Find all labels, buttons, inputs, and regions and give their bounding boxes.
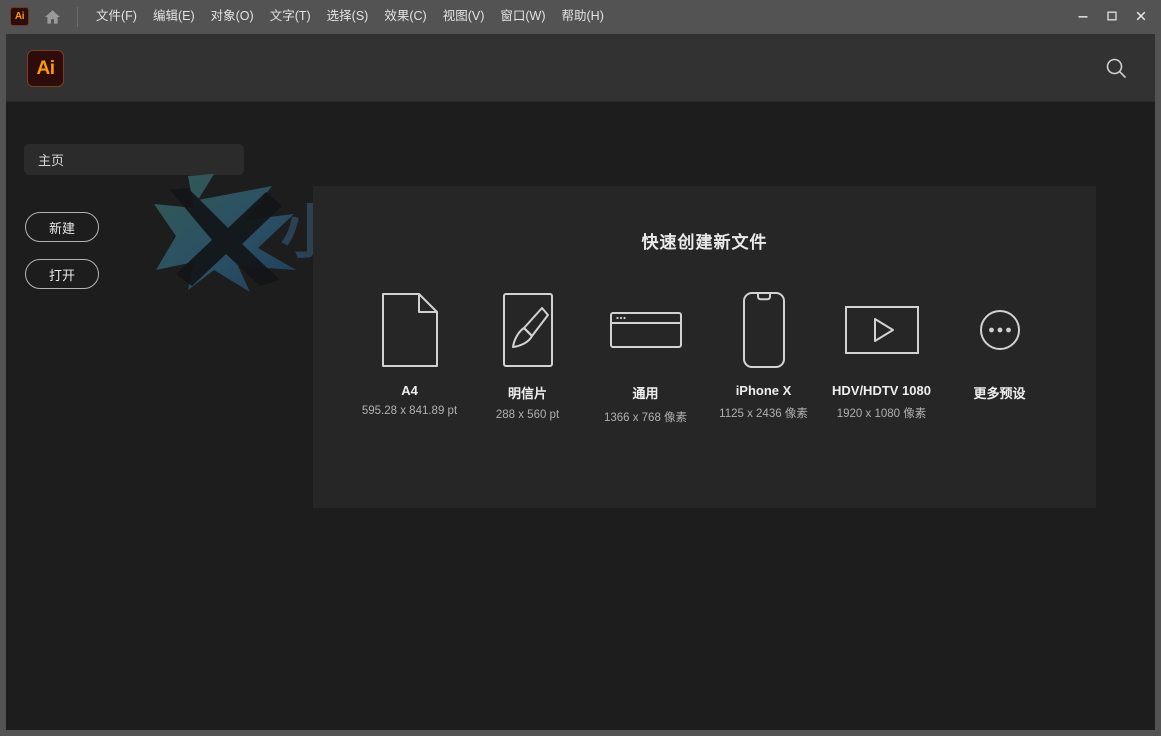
preset-card-iphone-x[interactable]: iPhone X 1125 x 2436 像素 (705, 289, 823, 421)
minimize-button[interactable] (1068, 3, 1097, 28)
open-button[interactable]: 打开 (25, 259, 99, 289)
sidebar-item-home[interactable]: 主页 (24, 144, 244, 175)
preset-size: 1125 x 2436 像素 (719, 408, 808, 420)
menu-item-type[interactable]: 文字(T) (262, 0, 319, 33)
preset-card-postcard[interactable]: 明信片 288 x 560 pt (469, 289, 587, 421)
watermark-x-logo (154, 174, 296, 292)
app-logo-label: Ai (36, 57, 56, 79)
quick-create-panel: 快速创建新文件 A4 595.28 x 841.89 pt 明信片 288 x … (313, 186, 1096, 508)
menu-item-file[interactable]: 文件(F) (88, 0, 145, 33)
menu-item-help[interactable]: 帮助(H) (554, 0, 612, 33)
preset-list: A4 595.28 x 841.89 pt 明信片 288 x 560 pt 通… (313, 289, 1096, 425)
window-frame-bottom (0, 730, 1161, 736)
new-button-label: 新建 (48, 220, 75, 236)
app-header: Ai (6, 34, 1155, 102)
close-button[interactable] (1126, 3, 1155, 28)
preset-card-a4[interactable]: A4 595.28 x 841.89 pt (351, 289, 469, 417)
preset-card-web-common[interactable]: 通用 1366 x 768 像素 (587, 289, 705, 425)
preset-name: 明信片 (507, 386, 547, 401)
app-icon[interactable]: Ai (10, 7, 29, 26)
title-bar: Ai 文件(F) 编辑(E) 对象(O) 文字(T) 选择(S) 效果(C) 视… (0, 0, 1161, 33)
menu-item-window[interactable]: 窗口(W) (492, 0, 553, 33)
sidebar-item-home-label: 主页 (38, 153, 65, 168)
preset-name: HDV/HDTV 1080 (832, 383, 931, 398)
page-icon (351, 289, 469, 371)
search-icon[interactable] (1099, 51, 1133, 85)
preset-size: 1366 x 768 像素 (603, 412, 688, 424)
window-frame-right (1155, 33, 1161, 736)
preset-name: 更多预设 (973, 386, 1026, 401)
new-button[interactable]: 新建 (25, 212, 99, 242)
menu-bar: 文件(F) 编辑(E) 对象(O) 文字(T) 选择(S) 效果(C) 视图(V… (88, 0, 612, 33)
phone-icon (705, 289, 823, 371)
menu-item-object[interactable]: 对象(O) (203, 0, 262, 33)
video-play-icon (823, 289, 941, 371)
browser-window-icon (587, 289, 705, 371)
start-workspace: 主页 新建 打开 www.xc6b.com 小超 (6, 102, 1155, 730)
paintbrush-icon (469, 289, 587, 371)
app-icon-label: Ai (14, 11, 25, 22)
open-button-label: 打开 (48, 267, 75, 283)
preset-size: 595.28 x 841.89 pt (361, 405, 458, 417)
menu-item-effect[interactable]: 效果(C) (376, 0, 434, 33)
more-ellipsis-icon (941, 289, 1059, 371)
preset-size: 288 x 560 pt (495, 409, 560, 421)
menu-item-edit[interactable]: 编辑(E) (145, 0, 203, 33)
maximize-button[interactable] (1097, 3, 1126, 28)
quick-create-title: 快速创建新文件 (641, 233, 768, 252)
preset-size: 1920 x 1080 像素 (836, 408, 927, 420)
window-controls (1068, 3, 1155, 28)
illustrator-start-screen: Ai 文件(F) 编辑(E) 对象(O) 文字(T) 选择(S) 效果(C) 视… (0, 0, 1161, 736)
menu-item-view[interactable]: 视图(V) (435, 0, 493, 33)
app-logo[interactable]: Ai (27, 50, 64, 87)
menu-item-select[interactable]: 选择(S) (319, 0, 377, 33)
preset-name: A4 (401, 383, 418, 398)
preset-card-more-presets[interactable]: 更多预设 (941, 289, 1059, 409)
preset-card-hdtv-1080[interactable]: HDV/HDTV 1080 1920 x 1080 像素 (823, 289, 941, 421)
toolbar-separator (77, 6, 78, 27)
preset-name: 通用 (632, 386, 659, 401)
preset-name: iPhone X (735, 383, 792, 398)
home-icon[interactable] (39, 4, 65, 30)
